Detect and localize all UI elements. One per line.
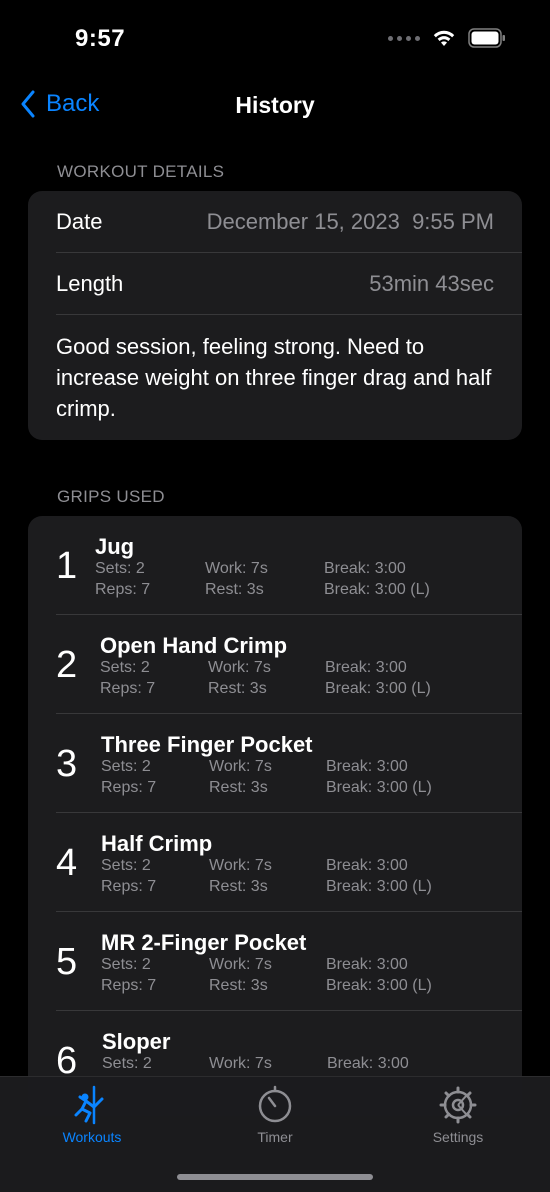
length-row: Length 53min 43sec (28, 253, 522, 314)
workout-details-header: WORKOUT DETAILS (57, 162, 225, 181)
date-label: Date (56, 208, 103, 234)
grip-work: Work: 7s (205, 560, 268, 577)
grip-reps: Reps: 7 (100, 680, 156, 697)
grip-break: Break: 3:00 (325, 659, 407, 676)
timer-icon (258, 1085, 292, 1123)
grip-rest: Rest: 3s (208, 680, 267, 697)
grips-used-header: GRIPS USED (57, 487, 165, 506)
grip-name: Three Finger Pocket (101, 732, 313, 757)
grip-number: 1 (56, 545, 78, 587)
grip-rest: Rest: 3s (209, 977, 268, 994)
status-bar: 9:57 (0, 0, 550, 80)
grip-sets: Sets: 2 (101, 758, 151, 775)
tab-label: Workouts (62, 1129, 122, 1145)
wifi-icon (433, 30, 455, 46)
tab-label: Timer (257, 1129, 293, 1145)
grip-name: Half Crimp (101, 831, 213, 856)
grip-name: Open Hand Crimp (100, 633, 288, 658)
grip-last-break: Break: 3:00 (L) (326, 779, 432, 796)
home-indicator[interactable] (177, 1174, 373, 1180)
grip-row-2[interactable]: 2 Open Hand Crimp Sets: 2 Reps: 7 Work: … (28, 615, 522, 714)
grip-break: Break: 3:00 (327, 1055, 409, 1072)
grip-sets: Sets: 2 (102, 1055, 152, 1072)
grip-work: Work: 7s (209, 857, 272, 874)
cellular-signal-icon (388, 35, 420, 41)
grip-last-break: Break: 3:00 (L) (326, 878, 432, 895)
date-row: Date December 15, 2023 9:55 PM (28, 191, 522, 252)
grip-break: Break: 3:00 (326, 956, 408, 973)
grip-row-3[interactable]: 3 Three Finger Pocket Sets: 2 Reps: 7 Wo… (28, 714, 522, 813)
grip-row-5[interactable]: 5 MR 2-Finger Pocket Sets: 2 Reps: 7 Wor… (28, 912, 522, 1011)
grip-break: Break: 3:00 (326, 758, 408, 775)
grip-number: 3 (56, 743, 78, 785)
navigation-bar: Back History (0, 80, 550, 134)
grip-sets: Sets: 2 (100, 659, 150, 676)
workout-notes: Good session, feeling strong. Need to in… (56, 334, 492, 421)
page-title: History (235, 92, 315, 118)
date-value: December 15, 2023 9:55 PM (206, 208, 494, 234)
length-label: Length (56, 270, 124, 296)
grip-reps: Reps: 7 (101, 977, 157, 994)
status-icons (388, 28, 506, 48)
grips-used-card: 1 Jug Sets: 2 Reps: 7 Work: 7s Rest: 3s … (28, 516, 522, 1116)
grip-name: MR 2-Finger Pocket (101, 930, 307, 955)
grip-rest: Rest: 3s (209, 779, 268, 796)
tab-workouts[interactable]: Workouts (32, 1085, 152, 1145)
grip-reps: Reps: 7 (101, 779, 157, 796)
grip-number: 6 (56, 1040, 78, 1082)
grip-sets: Sets: 2 (101, 956, 151, 973)
grip-break: Break: 3:00 (324, 560, 406, 577)
grip-name: Jug (95, 534, 135, 559)
grip-number: 5 (56, 941, 78, 983)
grip-rest: Rest: 3s (205, 581, 264, 598)
climber-icon (74, 1085, 104, 1125)
grip-number: 4 (56, 842, 78, 884)
workout-details-card: Date December 15, 2023 9:55 PM Length 53… (28, 191, 522, 440)
status-time: 9:57 (75, 25, 126, 52)
grip-last-break: Break: 3:00 (L) (325, 680, 431, 697)
grip-reps: Reps: 7 (101, 878, 157, 895)
grip-rest: Rest: 3s (209, 878, 268, 895)
grip-break: Break: 3:00 (326, 857, 408, 874)
history-screen: 9:57 Back History WORKOUT DETAILS Date D… (0, 0, 550, 1192)
grip-work: Work: 7s (208, 659, 271, 676)
grip-name: Sloper (102, 1029, 171, 1054)
grip-sets: Sets: 2 (101, 857, 151, 874)
grip-number: 2 (56, 644, 78, 686)
grip-work: Work: 7s (209, 758, 272, 775)
tab-timer[interactable]: Timer (215, 1085, 335, 1145)
grip-last-break: Break: 3:00 (L) (324, 581, 430, 598)
grip-work: Work: 7s (209, 1055, 272, 1072)
grip-work: Work: 7s (209, 956, 272, 973)
tab-label: Settings (432, 1129, 484, 1145)
grip-last-break: Break: 3:00 (L) (326, 977, 432, 994)
grip-row-1[interactable]: 1 Jug Sets: 2 Reps: 7 Work: 7s Rest: 3s … (28, 516, 522, 615)
grip-reps: Reps: 7 (95, 581, 151, 598)
grip-row-4[interactable]: 4 Half Crimp Sets: 2 Reps: 7 Work: 7s Re… (28, 813, 522, 912)
gear-icon (439, 1086, 477, 1124)
length-value: 53min 43sec (369, 270, 494, 296)
battery-icon (468, 28, 505, 48)
grip-sets: Sets: 2 (95, 560, 145, 577)
tab-settings[interactable]: Settings (398, 1085, 518, 1145)
